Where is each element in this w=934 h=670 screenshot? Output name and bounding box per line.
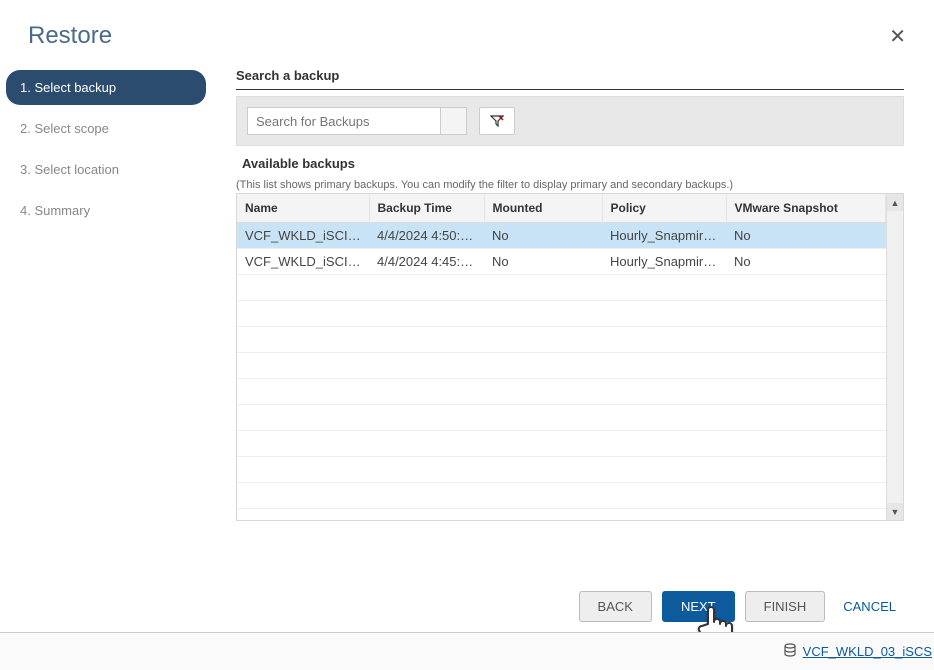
cell-snapshot: No <box>726 222 886 248</box>
available-backups-title: Available backups <box>236 146 904 175</box>
table-row-empty <box>237 300 886 326</box>
next-button[interactable]: NEXT <box>662 591 735 622</box>
cell-time: 4/4/2024 4:45:1… <box>369 248 484 274</box>
section-title: Search a backup <box>236 68 904 90</box>
step-summary[interactable]: 4. Summary <box>6 193 206 228</box>
filter-hint: (This list shows primary backups. You ca… <box>236 175 904 193</box>
table-row-empty <box>237 378 886 404</box>
cell-policy: Hourly_Snapmirror <box>602 222 726 248</box>
table-row-empty <box>237 482 886 508</box>
scroll-down-icon[interactable]: ▼ <box>887 503 903 520</box>
step-select-backup[interactable]: 1. Select backup <box>6 70 206 105</box>
cell-name: VCF_WKLD_iSCI_… <box>237 248 369 274</box>
backups-table: Name Backup Time Mounted Policy VMware S… <box>237 194 886 520</box>
table-row-empty <box>237 508 886 520</box>
search-dropdown-button[interactable] <box>441 107 467 135</box>
search-bar <box>236 96 904 146</box>
cell-name: VCF_WKLD_iSCI_… <box>237 222 369 248</box>
close-icon[interactable]: ✕ <box>889 24 906 49</box>
cell-mounted: No <box>484 248 602 274</box>
step-select-scope[interactable]: 2. Select scope <box>6 111 206 146</box>
table-header-row: Name Backup Time Mounted Policy VMware S… <box>237 194 886 222</box>
table-row[interactable]: VCF_WKLD_iSCI_… 4/4/2024 4:45:1… No Hour… <box>237 248 886 274</box>
table-row[interactable]: VCF_WKLD_iSCI_… 4/4/2024 4:50:0… No Hour… <box>237 222 886 248</box>
cancel-button[interactable]: CANCEL <box>835 592 904 621</box>
table-row-empty <box>237 326 886 352</box>
funnel-icon <box>490 115 504 127</box>
cell-mounted: No <box>484 222 602 248</box>
finish-button[interactable]: FINISH <box>745 591 826 622</box>
col-time[interactable]: Backup Time <box>369 194 484 222</box>
table-row-empty <box>237 274 886 300</box>
table-row-empty <box>237 456 886 482</box>
page-title: Restore <box>28 22 112 50</box>
cell-snapshot: No <box>726 248 886 274</box>
step-select-location[interactable]: 3. Select location <box>6 152 206 187</box>
col-name[interactable]: Name <box>237 194 369 222</box>
col-mounted[interactable]: Mounted <box>484 194 602 222</box>
cell-policy: Hourly_Snapmirror <box>602 248 726 274</box>
search-input[interactable] <box>247 107 441 135</box>
col-snapshot[interactable]: VMware Snapshot <box>726 194 886 222</box>
table-row-empty <box>237 352 886 378</box>
table-row-empty <box>237 430 886 456</box>
backups-table-container: Name Backup Time Mounted Policy VMware S… <box>236 193 904 521</box>
datastore-link[interactable]: VCF_WKLD_03_iSCS <box>803 644 932 659</box>
back-button[interactable]: BACK <box>579 591 652 622</box>
cell-time: 4/4/2024 4:50:0… <box>369 222 484 248</box>
col-policy[interactable]: Policy <box>602 194 726 222</box>
filter-button[interactable] <box>479 107 515 135</box>
bottom-strip: VCF_WKLD_03_iSCS <box>0 632 934 670</box>
datastore-icon <box>783 643 797 660</box>
wizard-footer: BACK NEXT FINISH CANCEL <box>579 591 904 622</box>
wizard-steps: 1. Select backup 2. Select scope 3. Sele… <box>6 60 206 521</box>
table-row-empty <box>237 404 886 430</box>
scrollbar[interactable]: ▲ ▼ <box>886 194 903 520</box>
scroll-up-icon[interactable]: ▲ <box>887 194 903 211</box>
